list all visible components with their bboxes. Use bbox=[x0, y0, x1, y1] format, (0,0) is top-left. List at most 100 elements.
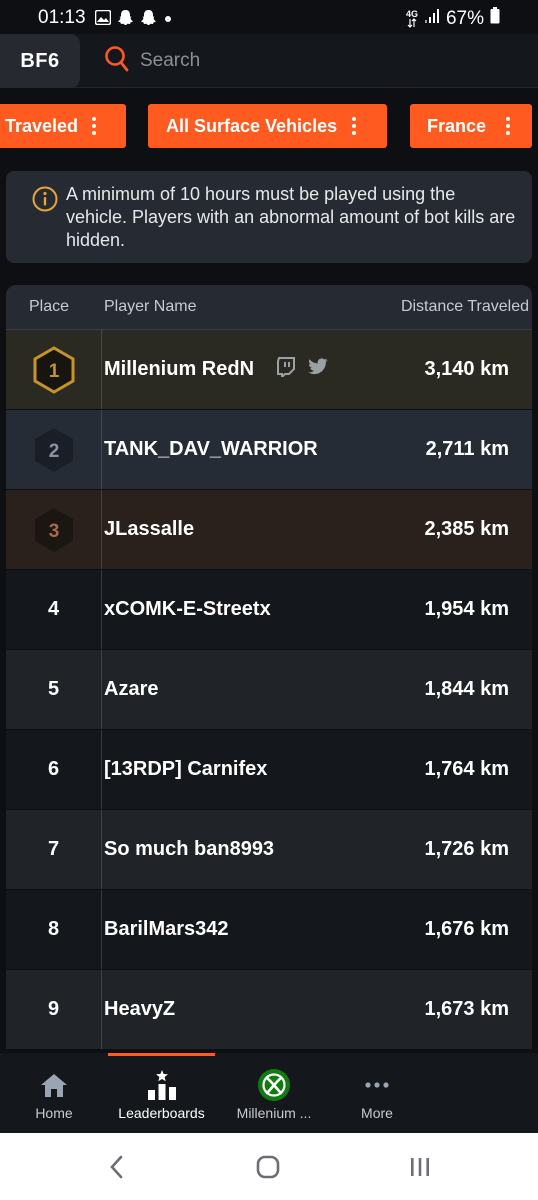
nav-more-label: More bbox=[361, 1105, 393, 1121]
snapchat-icon bbox=[117, 9, 134, 31]
bottom-navigation: Home Leaderboards Millenium ... More bbox=[0, 1053, 538, 1133]
rank-number: 6 bbox=[6, 730, 102, 809]
player-name[interactable]: Azare bbox=[104, 678, 158, 701]
menu-dots-icon[interactable] bbox=[352, 117, 357, 135]
filter-vehicle-chip[interactable]: All Surface Vehicles bbox=[148, 104, 387, 148]
filter-vehicle-label: All Surface Vehicles bbox=[166, 115, 338, 136]
player-name[interactable]: xCOMK-E-Streetx bbox=[104, 598, 271, 621]
snapchat-icon bbox=[140, 9, 157, 31]
status-time: 01:13 bbox=[38, 7, 86, 28]
table-row[interactable]: 9 HeavyZ 1,673 km bbox=[6, 970, 532, 1050]
top-bar: BF6 Search bbox=[0, 34, 538, 88]
player-name[interactable]: BarilMars342 bbox=[104, 918, 229, 941]
distance-value: 1,844 km bbox=[424, 678, 509, 700]
rank-badge-silver: 2 bbox=[6, 410, 102, 489]
table-row[interactable]: 5 Azare 1,844 km bbox=[6, 650, 532, 730]
filter-country-label: France bbox=[427, 115, 487, 136]
player-name-cell: JLassalle bbox=[102, 518, 372, 541]
twitch-icon[interactable] bbox=[276, 356, 296, 383]
table-row[interactable]: 1 Millenium RedN 3,140 km bbox=[6, 330, 532, 410]
home-icon bbox=[40, 1065, 68, 1105]
nav-more[interactable]: More bbox=[337, 1053, 417, 1133]
rank-badge-gold: 1 bbox=[6, 330, 102, 409]
svg-text:2: 2 bbox=[48, 441, 59, 462]
table-row[interactable]: 3 JLassalle 2,385 km bbox=[6, 490, 532, 570]
search-input[interactable]: Search bbox=[140, 50, 200, 72]
rank-badge-bronze: 3 bbox=[6, 490, 102, 569]
rank-number: 4 bbox=[6, 570, 102, 649]
rank-hexagon-icon: 2 bbox=[34, 427, 73, 472]
column-header-player-name[interactable]: Player Name bbox=[98, 298, 352, 316]
player-name[interactable]: TANK_DAV_WARRIOR bbox=[104, 438, 318, 461]
player-name[interactable]: HeavyZ bbox=[104, 998, 175, 1021]
game-tab[interactable]: BF6 bbox=[0, 34, 80, 88]
player-name[interactable]: [13RDP] Carnifex bbox=[104, 758, 267, 781]
distance-value: 1,726 km bbox=[424, 838, 509, 860]
svg-text:1: 1 bbox=[48, 361, 59, 382]
player-name-cell: TANK_DAV_WARRIOR bbox=[102, 438, 372, 461]
distance-value: 1,676 km bbox=[424, 918, 509, 940]
player-name-cell: BarilMars342 bbox=[102, 918, 372, 941]
system-navigation-bar bbox=[0, 1133, 538, 1200]
rank-hexagon-icon: 3 bbox=[34, 507, 73, 552]
back-icon[interactable] bbox=[107, 1155, 127, 1184]
nav-leaderboards[interactable]: Leaderboards bbox=[108, 1053, 215, 1133]
distance-value: 1,673 km bbox=[424, 998, 509, 1020]
filter-bar: Traveled All Surface Vehicles France bbox=[0, 104, 538, 148]
table-row[interactable]: 8 BarilMars342 1,676 km bbox=[6, 890, 532, 970]
dot-icon bbox=[163, 11, 173, 29]
table-row[interactable]: 2 TANK_DAV_WARRIOR 2,711 km bbox=[6, 410, 532, 490]
filter-stat-label: Traveled bbox=[5, 115, 79, 136]
nav-profile[interactable]: Millenium ... bbox=[226, 1053, 322, 1133]
network-type: 4G bbox=[405, 8, 418, 19]
filter-stat-chip[interactable]: Traveled bbox=[0, 104, 126, 148]
rank-hexagon-icon: 1 bbox=[33, 345, 74, 394]
table-row[interactable]: 6 [13RDP] Carnifex 1,764 km bbox=[6, 730, 532, 810]
distance-value: 1,764 km bbox=[424, 758, 509, 780]
table-row[interactable]: 4 xCOMK-E-Streetx 1,954 km bbox=[6, 570, 532, 650]
column-header-place[interactable]: Place bbox=[6, 298, 98, 316]
player-name-cell: HeavyZ bbox=[102, 998, 372, 1021]
signal-icon bbox=[424, 8, 440, 30]
player-name[interactable]: Millenium RedN bbox=[104, 358, 254, 381]
player-name-cell: xCOMK-E-Streetx bbox=[102, 598, 372, 621]
player-name-cell: Millenium RedN bbox=[102, 356, 372, 383]
leaderboard-icon bbox=[144, 1065, 180, 1105]
notice-text: A minimum of 10 hours must be played usi… bbox=[66, 184, 516, 250]
player-name-cell: Azare bbox=[102, 678, 372, 701]
home-button-icon[interactable] bbox=[256, 1155, 280, 1184]
distance-value: 2,385 km bbox=[424, 518, 509, 540]
distance-value: 1,954 km bbox=[424, 598, 509, 620]
rank-number: 8 bbox=[6, 890, 102, 969]
svg-text:3: 3 bbox=[48, 521, 59, 542]
gallery-icon bbox=[94, 9, 112, 30]
battery-percent: 67% bbox=[445, 7, 484, 29]
player-name[interactable]: JLassalle bbox=[104, 518, 194, 541]
nav-leaderboards-label: Leaderboards bbox=[118, 1105, 205, 1121]
notification-icons bbox=[94, 9, 173, 31]
xbox-icon bbox=[257, 1065, 291, 1105]
status-bar: 01:13 4G 67% bbox=[0, 0, 538, 34]
leaderboard-table: Place Player Name Distance Traveled 1 Mi… bbox=[6, 285, 532, 1055]
rank-number: 9 bbox=[6, 970, 102, 1049]
player-name-cell: So much ban8993 bbox=[102, 838, 372, 861]
info-notice: A minimum of 10 hours must be played usi… bbox=[6, 171, 532, 263]
recent-apps-icon[interactable] bbox=[408, 1155, 432, 1184]
table-row[interactable]: 7 So much ban8993 1,726 km bbox=[6, 810, 532, 890]
filter-country-chip[interactable]: France bbox=[410, 104, 532, 148]
rank-number: 7 bbox=[6, 810, 102, 889]
nav-home-label: Home bbox=[35, 1105, 73, 1121]
search-bar[interactable]: Search bbox=[104, 45, 200, 77]
menu-dots-icon[interactable] bbox=[92, 117, 97, 135]
nav-home[interactable]: Home bbox=[14, 1053, 94, 1133]
rank-number: 5 bbox=[6, 650, 102, 729]
player-name[interactable]: So much ban8993 bbox=[104, 838, 274, 861]
social-links bbox=[276, 356, 328, 383]
network-icon: 4G bbox=[405, 8, 418, 28]
nav-profile-label: Millenium ... bbox=[236, 1105, 312, 1121]
search-icon[interactable] bbox=[104, 45, 130, 78]
status-right: 4G 67% bbox=[406, 7, 500, 30]
column-header-distance[interactable]: Distance Traveled bbox=[352, 298, 532, 316]
twitter-icon[interactable] bbox=[308, 358, 328, 381]
menu-dots-icon[interactable] bbox=[506, 117, 511, 135]
